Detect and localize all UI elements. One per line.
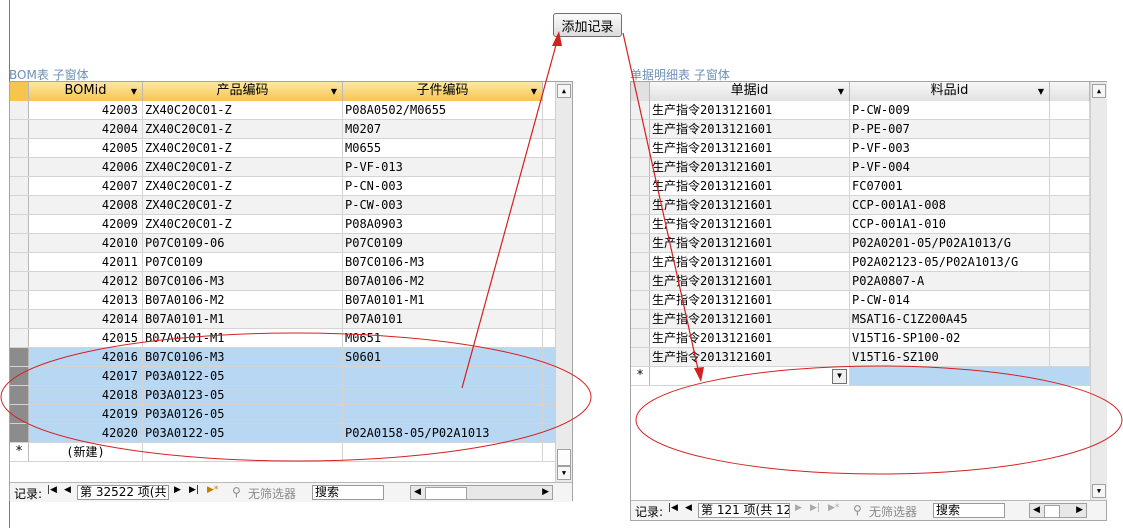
arrowhead-icon — [552, 31, 562, 46]
annotation-ellipse-left — [0, 332, 592, 462]
annotation-ellipse-right — [635, 365, 1123, 475]
annotation-arrow-to-button — [461, 33, 560, 389]
arrowhead-icon — [694, 367, 704, 382]
annotation-arrow-to-new-row — [622, 32, 701, 379]
annotation-overlay — [0, 31, 1123, 475]
